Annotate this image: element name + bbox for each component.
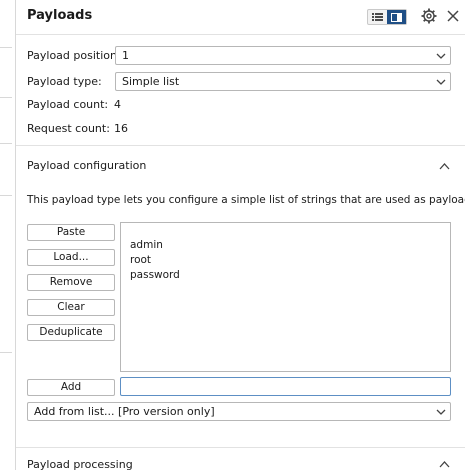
- panel-title: Payloads: [27, 8, 93, 23]
- add-from-list-value: Add from list... [Pro version only]: [34, 405, 215, 418]
- left-pane-divider: [0, 352, 12, 353]
- section-divider: [16, 447, 465, 448]
- payload-position-label: Payload position:: [27, 49, 121, 62]
- list-view-icon[interactable]: [368, 10, 387, 24]
- close-icon[interactable]: [446, 9, 460, 23]
- left-pane-divider: [0, 47, 12, 48]
- payload-position-select[interactable]: 1: [115, 46, 451, 65]
- panel-header: Payloads: [16, 0, 465, 35]
- request-count-value: 16: [114, 122, 128, 135]
- payload-configuration-title: Payload configuration: [27, 159, 147, 172]
- left-pane-divider: [0, 143, 12, 144]
- deduplicate-button[interactable]: Deduplicate: [27, 324, 115, 341]
- payload-type-label: Payload type:: [27, 75, 102, 88]
- payload-position-value: 1: [122, 49, 129, 62]
- chevron-down-icon: [436, 79, 446, 85]
- view-toggle[interactable]: [367, 9, 407, 25]
- add-button[interactable]: Add: [27, 379, 115, 396]
- gear-icon[interactable]: [421, 8, 437, 24]
- payload-count-value: 4: [114, 98, 121, 111]
- chevron-down-icon: [436, 409, 446, 415]
- payload-type-select[interactable]: Simple list: [115, 72, 451, 91]
- chevron-down-icon: [436, 53, 446, 59]
- request-count-label: Request count:: [27, 122, 110, 135]
- add-from-list-select[interactable]: Add from list... [Pro version only]: [27, 402, 451, 421]
- payload-processing-title: Payload processing: [27, 458, 133, 471]
- load-button[interactable]: Load...: [27, 249, 115, 266]
- split-view-icon[interactable]: [387, 10, 406, 24]
- payloads-panel: Payloads Payload position: 1 Payload typ…: [16, 0, 465, 471]
- chevron-up-icon[interactable]: [439, 161, 450, 172]
- clear-button[interactable]: Clear: [27, 299, 115, 316]
- payload-configuration-description: This payload type lets you configure a s…: [27, 194, 465, 206]
- add-item-input[interactable]: [120, 377, 451, 396]
- left-pane-divider: [0, 97, 12, 98]
- payload-count-label: Payload count:: [27, 98, 109, 111]
- left-pane-divider: [0, 195, 12, 196]
- section-divider: [16, 145, 465, 146]
- payload-list[interactable]: admin root password: [120, 222, 451, 372]
- left-pane-edge: [0, 0, 16, 470]
- payload-type-value: Simple list: [122, 75, 180, 88]
- paste-button[interactable]: Paste: [27, 224, 115, 241]
- remove-button[interactable]: Remove: [27, 274, 115, 291]
- list-item[interactable]: admin: [130, 239, 163, 251]
- list-item[interactable]: root: [130, 254, 151, 266]
- chevron-up-icon[interactable]: [439, 459, 450, 470]
- list-item[interactable]: password: [130, 269, 180, 281]
